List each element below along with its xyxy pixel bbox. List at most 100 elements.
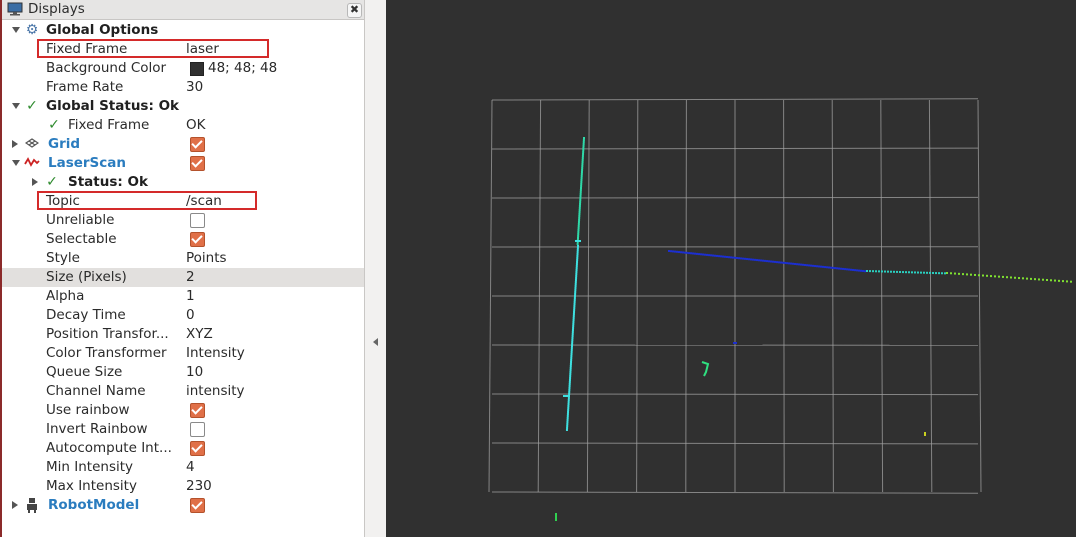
scan-point <box>794 262 796 265</box>
tree-row-value[interactable]: 1 <box>186 288 195 304</box>
tree-row-global-options[interactable]: ⚙ Global Options <box>2 21 364 40</box>
tree-row-value[interactable]: 0 <box>186 307 195 323</box>
scan-point <box>864 270 866 273</box>
tree-row-value[interactable]: 48; 48; 48 <box>208 60 277 76</box>
tree-row-value[interactable]: intensity <box>186 383 245 399</box>
scan-point <box>572 317 575 319</box>
scan-point <box>566 419 569 421</box>
tree-row-fixed-frame[interactable]: ✓ Fixed Frame OK <box>2 116 364 135</box>
tree-row-channel-name[interactable]: Channel Name intensity <box>2 382 364 401</box>
scan-point <box>740 257 742 260</box>
tree-row-background-color[interactable]: Background Color 48; 48; 48 <box>2 59 364 78</box>
checkbox[interactable] <box>190 441 205 456</box>
scan-point <box>568 379 571 381</box>
scan-point <box>572 313 575 315</box>
tree-row-invert-rainbow[interactable]: Invert Rainbow <box>2 420 364 439</box>
chevron-right-icon[interactable] <box>12 140 18 148</box>
tree-row-max-intensity[interactable]: Max Intensity 230 <box>2 477 364 496</box>
tree-row-use-rainbow[interactable]: Use rainbow <box>2 401 364 420</box>
chevron-right-icon[interactable] <box>12 501 18 509</box>
scan-point <box>582 153 585 155</box>
tree-row-value[interactable]: Intensity <box>186 345 245 361</box>
scan-point <box>1010 276 1012 279</box>
tree-row-value[interactable]: 230 <box>186 478 212 494</box>
scan-point <box>738 257 740 260</box>
scan-point <box>816 265 818 268</box>
tree-row-value[interactable]: 4 <box>186 459 195 475</box>
scan-point <box>686 251 688 254</box>
tree-row-laserscan[interactable]: LaserScan <box>2 154 364 173</box>
scan-point <box>917 271 919 274</box>
scan-point <box>696 252 698 255</box>
grid-line <box>491 147 979 150</box>
scan-point <box>920 271 922 274</box>
tree-row-value[interactable]: 2 <box>186 269 195 285</box>
checkbox[interactable] <box>190 213 205 228</box>
tree-row-color-transformer[interactable]: Color Transformer Intensity <box>2 344 364 363</box>
scan-point <box>581 167 584 169</box>
highlight-box <box>37 39 269 58</box>
tree-row-position-transfor[interactable]: Position Transfor... XYZ <box>2 325 364 344</box>
tree-row-queue-size[interactable]: Queue Size 10 <box>2 363 364 382</box>
collapse-arrow-icon[interactable] <box>373 338 378 346</box>
tree-row-status-ok[interactable]: ✓ Status: Ok <box>2 173 364 192</box>
tree-row-size-pixels[interactable]: Size (Pixels) 2 <box>2 268 364 287</box>
tree-row-label: Fixed Frame <box>68 117 150 133</box>
tree-row-grid[interactable]: Grid <box>2 135 364 154</box>
scan-point <box>836 267 838 270</box>
checkbox[interactable] <box>190 232 205 247</box>
tree-row-alpha[interactable]: Alpha 1 <box>2 287 364 306</box>
displays-panel: Displays ✖ ⚙ Global Options Fixed Frame las… <box>2 0 364 537</box>
tree-row-global-status-ok[interactable]: ✓ Global Status: Ok <box>2 97 364 116</box>
close-icon[interactable]: ✖ <box>347 3 362 18</box>
scan-point <box>788 262 790 265</box>
scan-point <box>810 264 812 267</box>
panel-splitter[interactable] <box>364 0 387 537</box>
color-swatch[interactable] <box>190 62 204 76</box>
checkbox[interactable] <box>190 403 205 418</box>
scan-point <box>570 351 573 353</box>
scan-point <box>568 391 571 393</box>
scan-point <box>574 289 577 291</box>
chevron-right-icon[interactable] <box>32 178 38 186</box>
scan-point <box>932 271 934 274</box>
checkbox[interactable] <box>190 422 205 437</box>
tree-row-unreliable[interactable]: Unreliable <box>2 211 364 230</box>
tree-row-decay-time[interactable]: Decay Time 0 <box>2 306 364 325</box>
display-tree: ⚙ Global Options Fixed Frame laser Backgroun… <box>2 21 364 537</box>
scan-point <box>714 254 716 257</box>
tree-row-value[interactable]: 30 <box>186 79 203 95</box>
tree-row-style[interactable]: Style Points <box>2 249 364 268</box>
scan-point <box>579 201 582 203</box>
scan-point <box>858 269 860 272</box>
scan-point <box>798 263 800 266</box>
tree-row-value[interactable]: XYZ <box>186 326 213 342</box>
tree-row-value[interactable]: 10 <box>186 364 203 380</box>
scan-point <box>572 325 575 327</box>
scan-point <box>571 343 574 345</box>
scan-point <box>578 211 581 213</box>
checkbox[interactable] <box>190 156 205 171</box>
render-viewport[interactable] <box>386 0 1076 537</box>
scan-point <box>838 267 840 270</box>
checkbox[interactable] <box>190 498 205 513</box>
tree-row-frame-rate[interactable]: Frame Rate 30 <box>2 78 364 97</box>
scan-point <box>577 237 579 239</box>
tree-row-min-intensity[interactable]: Min Intensity 4 <box>2 458 364 477</box>
tree-row-robotmodel[interactable]: RobotModel <box>2 496 364 515</box>
tree-row-selectable[interactable]: Selectable <box>2 230 364 249</box>
laserscan-icon <box>24 155 40 171</box>
scan-point <box>567 403 570 405</box>
tree-row-value[interactable]: OK <box>186 117 205 133</box>
scan-point <box>848 268 850 271</box>
scan-point <box>578 217 581 219</box>
tree-row-autocompute-int[interactable]: Autocompute Int... <box>2 439 364 458</box>
tree-row-value[interactable]: Points <box>186 250 227 266</box>
chevron-down-icon[interactable] <box>12 160 20 166</box>
checkbox[interactable] <box>190 137 205 152</box>
tree-row-label: LaserScan <box>48 155 127 171</box>
chevron-down-icon[interactable] <box>12 103 20 109</box>
robot-marker <box>701 361 710 377</box>
scan-point <box>790 262 792 265</box>
chevron-down-icon[interactable] <box>12 27 20 33</box>
